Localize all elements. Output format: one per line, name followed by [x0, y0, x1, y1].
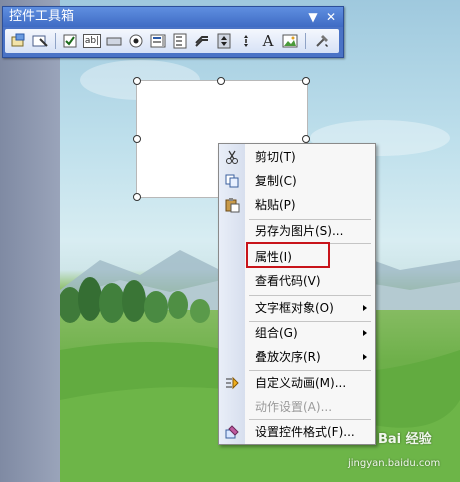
menu-item-order[interactable]: 叠放次序(R): [219, 346, 375, 368]
menu-item-label: 设置控件格式(F)...: [255, 425, 355, 439]
menu-item-paste[interactable]: 粘贴(P): [219, 194, 375, 216]
resize-handle-top-left[interactable]: [133, 77, 141, 85]
toolbar-options-icon[interactable]: ▼: [305, 9, 321, 25]
textbox-icon[interactable]: ab|: [82, 32, 102, 50]
menu-item-label: 复制(C): [255, 174, 297, 188]
format-control-icon: [225, 425, 239, 439]
menu-item-textbox-object[interactable]: 文字框对象(O): [219, 297, 375, 319]
resize-handle-bottom-left[interactable]: [133, 193, 141, 201]
toggle-button-icon[interactable]: [193, 32, 211, 50]
submenu-arrow-icon: [363, 305, 367, 311]
textbox-glyph: ab|: [82, 34, 102, 48]
menu-separator: [249, 370, 371, 371]
menu-item-custom-animation[interactable]: 自定义动画(M)...: [219, 372, 375, 394]
menu-item-label: 叠放次序(R): [255, 350, 321, 364]
menu-separator: [249, 295, 371, 296]
custom-animation-icon: [226, 376, 239, 390]
menu-item-copy[interactable]: 复制(C): [219, 170, 375, 192]
menu-item-label: 自定义动画(M)...: [255, 376, 347, 390]
submenu-arrow-icon: [363, 330, 367, 336]
label-icon[interactable]: A: [259, 32, 277, 50]
design-mode-icon[interactable]: [31, 32, 49, 50]
resize-handle-right[interactable]: [302, 135, 310, 143]
image-icon[interactable]: [281, 32, 299, 50]
copy-icon: [225, 174, 239, 188]
more-controls-icon[interactable]: [313, 32, 331, 50]
toolbar-separator: [305, 33, 306, 49]
menu-item-label: 粘贴(P): [255, 198, 296, 212]
resize-handle-left[interactable]: [133, 135, 141, 143]
menu-item-cut[interactable]: 剪切(T): [219, 146, 375, 168]
watermark-url: jingyan.baidu.com: [348, 458, 441, 469]
listbox-icon[interactable]: [149, 32, 167, 50]
menu-item-label: 组合(G): [255, 326, 298, 340]
scrollbar-icon[interactable]: [237, 32, 255, 50]
menu-item-save-as-picture[interactable]: 另存为图片(S)...: [219, 220, 375, 242]
highlight-annotation: [246, 242, 330, 268]
toolbar-separator: [55, 33, 56, 49]
spin-button-icon[interactable]: [215, 32, 233, 50]
menu-item-label: 剪切(T): [255, 150, 296, 164]
menu-separator: [249, 419, 371, 420]
resize-handle-top-right[interactable]: [302, 77, 310, 85]
resize-handle-top[interactable]: [217, 77, 225, 85]
menu-item-action-settings: 动作设置(A)...: [219, 396, 375, 418]
scissors-icon: [226, 150, 238, 164]
menu-item-group[interactable]: 组合(G): [219, 322, 375, 344]
view-code-icon[interactable]: [9, 32, 27, 50]
toolbox-title: 控件工具箱: [9, 9, 75, 24]
combobox-icon[interactable]: [171, 32, 189, 50]
menu-item-label: 查看代码(V): [255, 274, 321, 288]
menu-item-format-control[interactable]: 设置控件格式(F)...: [219, 421, 375, 443]
menu-item-label: 文字框对象(O): [255, 301, 334, 315]
control-toolbox[interactable]: 控件工具箱 ▼ ✕ ab| A: [2, 6, 344, 58]
close-icon[interactable]: ✕: [323, 9, 339, 25]
menu-item-view-code[interactable]: 查看代码(V): [219, 270, 375, 292]
context-menu[interactable]: 剪切(T) 复制(C) 粘贴(P) 另存为图片(S)... 属性(I) 查看代码…: [218, 143, 376, 445]
command-button-icon[interactable]: [105, 32, 123, 50]
label-glyph: A: [262, 32, 274, 50]
checkbox-icon[interactable]: [61, 32, 79, 50]
watermark-logo: Bai 经验: [378, 432, 432, 447]
menu-item-label: 另存为图片(S)...: [255, 224, 344, 238]
paste-icon: [225, 198, 240, 213]
toolbox-titlebar[interactable]: 控件工具箱 ▼ ✕: [3, 7, 343, 27]
toolbox-buttons: ab| A: [5, 29, 339, 53]
option-button-icon[interactable]: [127, 32, 145, 50]
slide-thumbnail-pane: [0, 0, 60, 482]
menu-item-label: 动作设置(A)...: [255, 400, 333, 414]
submenu-arrow-icon: [363, 354, 367, 360]
